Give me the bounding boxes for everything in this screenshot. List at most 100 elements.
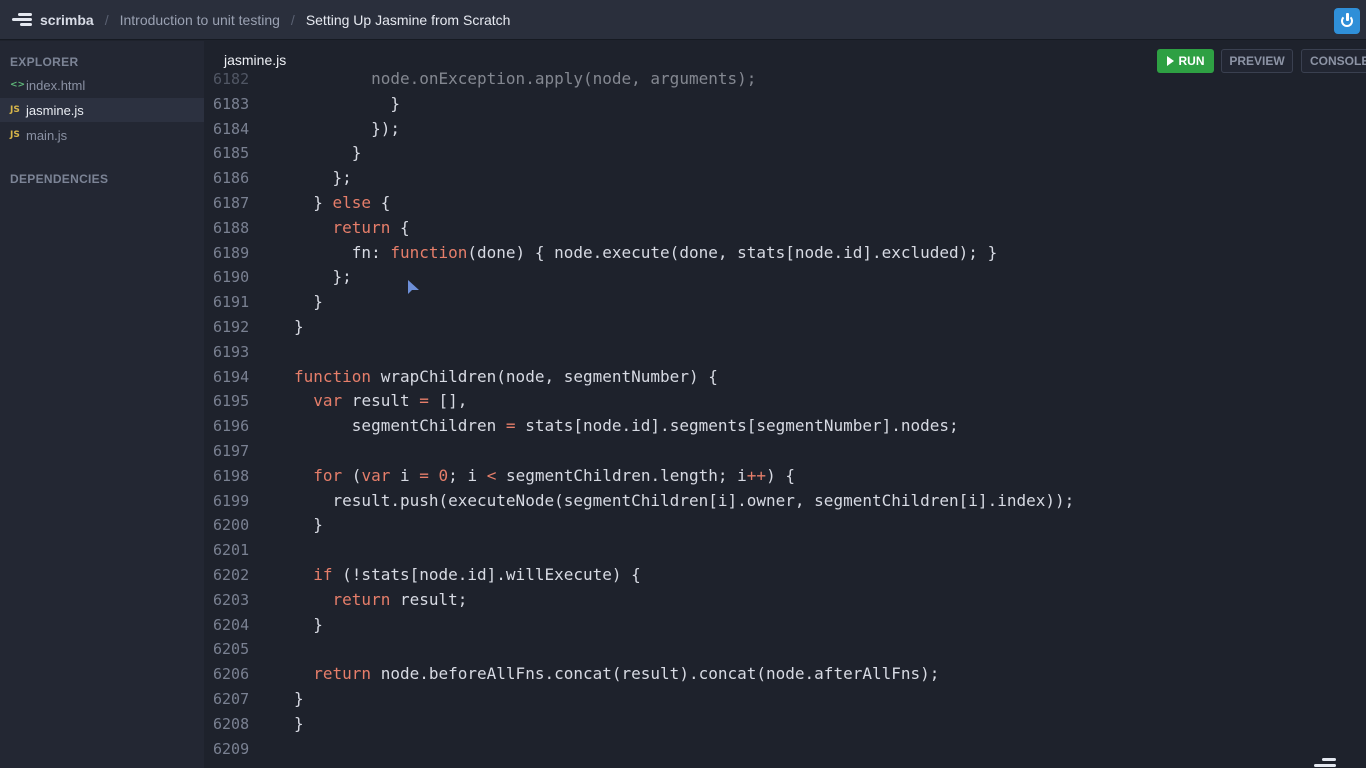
line-number: 6199	[213, 491, 250, 510]
code-line[interactable]: 6201	[204, 538, 1366, 563]
html-file-icon: <>	[10, 80, 26, 90]
file-item-main-js[interactable]: JS main.js	[0, 123, 204, 147]
code-line[interactable]: 6187 } else {	[204, 191, 1366, 216]
code-text[interactable]: }	[294, 141, 362, 166]
line-number: 6196	[213, 417, 250, 436]
code-text[interactable]: return node.beforeAllFns.concat(result).…	[294, 662, 939, 687]
code-line[interactable]: 6184 });	[204, 117, 1366, 142]
line-number: 6193	[213, 342, 250, 361]
line-number: 6191	[213, 293, 250, 312]
line-number: 6182	[213, 70, 250, 88]
code-line[interactable]: 6207}	[204, 687, 1366, 712]
code-line[interactable]: 6203 return result;	[204, 588, 1366, 613]
code-text[interactable]: if (!stats[node.id].willExecute) {	[294, 563, 641, 588]
top-bar: scrimba / Introduction to unit testing /…	[0, 0, 1366, 40]
code-text[interactable]: }	[294, 513, 323, 538]
line-number: 6185	[213, 144, 250, 163]
code-text[interactable]: };	[294, 265, 352, 290]
code-line[interactable]: 6205	[204, 637, 1366, 662]
line-number: 6204	[213, 615, 250, 634]
scrimba-corner-logo	[1306, 755, 1340, 768]
line-number: 6195	[213, 392, 250, 411]
code-line[interactable]: 6192}	[204, 315, 1366, 340]
line-number: 6205	[213, 640, 250, 659]
code-text[interactable]: function wrapChildren(node, segmentNumbe…	[294, 365, 718, 390]
code-line[interactable]: 6198 for (var i = 0; i < segmentChildren…	[204, 464, 1366, 489]
line-number: 6186	[213, 169, 250, 188]
code-line[interactable]: 6193	[204, 340, 1366, 365]
code-line[interactable]: 6208}	[204, 712, 1366, 737]
code-text[interactable]: }	[294, 712, 304, 737]
line-number: 6200	[213, 516, 250, 535]
breadcrumb-separator: /	[104, 11, 109, 28]
line-number: 6208	[213, 714, 250, 733]
code-line[interactable]: 6183 }	[204, 92, 1366, 117]
line-number: 6207	[213, 690, 250, 708]
code-line[interactable]: 6191 }	[204, 290, 1366, 315]
code-line[interactable]: 6188 return {	[204, 216, 1366, 241]
power-button[interactable]	[1334, 8, 1360, 34]
code-text[interactable]: result.push(executeNode(segmentChildren[…	[294, 489, 1075, 514]
explorer-heading: EXPLORER	[10, 55, 79, 69]
editor-tab-title[interactable]: jasmine.js	[224, 52, 286, 68]
code-line[interactable]: 6190 };	[204, 265, 1366, 290]
code-line[interactable]: 6209	[204, 737, 1366, 762]
code-editor[interactable]: jasmine.js RUN PREVIEW CONSOLE 6182 node…	[204, 41, 1366, 768]
console-label: CONSOLE	[1310, 54, 1366, 68]
code-text[interactable]: node.onException.apply(node, arguments);	[294, 67, 756, 92]
code-line[interactable]: 6199 result.push(executeNode(segmentChil…	[204, 489, 1366, 514]
code-text[interactable]: return {	[294, 216, 410, 241]
breadcrumb-lesson: Setting Up Jasmine from Scratch	[305, 11, 511, 28]
code-line[interactable]: 6194 function wrapChildren(node, segmentN…	[204, 365, 1366, 390]
code-line[interactable]: 6195 var result = [],	[204, 389, 1366, 414]
code-line[interactable]: 6196 segmentChildren = stats[node.id].se…	[204, 414, 1366, 439]
code-line[interactable]: 6204 }	[204, 613, 1366, 638]
scrimba-logo-icon	[10, 12, 32, 28]
file-name: jasmine.js	[26, 102, 84, 118]
line-number: 6197	[213, 442, 250, 460]
code-line[interactable]: 6206 return node.beforeAllFns.concat(res…	[204, 662, 1366, 687]
js-file-icon: JS	[10, 105, 20, 115]
code-text[interactable]: });	[294, 117, 400, 142]
code-line[interactable]: 6197	[204, 439, 1366, 464]
code-line[interactable]: 6182 node.onException.apply(node, argume…	[204, 67, 1366, 92]
app-name: scrimba	[40, 11, 94, 28]
line-number: 6202	[213, 566, 250, 584]
breadcrumb-course[interactable]: Introduction to unit testing	[120, 12, 280, 28]
dependencies-heading[interactable]: DEPENDENCIES	[10, 172, 108, 186]
file-name: main.js	[26, 127, 68, 143]
code-line[interactable]: 6186 };	[204, 166, 1366, 191]
line-number: 6194	[213, 367, 250, 386]
line-number: 6190	[213, 268, 250, 287]
file-item-jasmine-js[interactable]: JS jasmine.js	[0, 98, 204, 122]
line-number: 6184	[213, 119, 250, 138]
line-number: 6188	[213, 218, 250, 237]
code-text[interactable]: var result = [],	[294, 389, 467, 414]
run-label: RUN	[1178, 54, 1205, 68]
js-file-icon: JS	[10, 130, 20, 140]
code-text[interactable]: return result;	[294, 588, 468, 613]
code-line[interactable]: 6200 }	[204, 513, 1366, 538]
code-text[interactable]: for (var i = 0; i < segmentChildren.leng…	[294, 464, 795, 489]
code-text[interactable]: }	[294, 290, 323, 315]
line-number: 6201	[213, 541, 250, 560]
code-text[interactable]: }	[294, 687, 304, 712]
file-name: index.html	[26, 77, 86, 93]
code-line[interactable]: 6189 fn: function(done) { node.execute(d…	[204, 241, 1366, 266]
file-item-index-html[interactable]: <> index.html	[0, 73, 204, 97]
code-line[interactable]: 6185 }	[204, 141, 1366, 166]
code-text[interactable]: };	[294, 166, 352, 191]
code-text[interactable]: fn: function(done) { node.execute(done, …	[294, 241, 997, 266]
preview-label: PREVIEW	[1229, 54, 1285, 68]
code-text[interactable]: }	[294, 92, 400, 117]
code-text[interactable]: } else {	[294, 191, 390, 216]
code-text[interactable]: }	[294, 315, 304, 340]
code-text[interactable]: segmentChildren = stats[node.id].segment…	[294, 414, 959, 439]
code-line[interactable]: 6202 if (!stats[node.id].willExecute) {	[204, 563, 1366, 588]
sidebar: EXPLORER <> index.html JS jasmine.js JS …	[0, 41, 204, 768]
line-number: 6187	[213, 194, 250, 212]
code-text[interactable]: }	[294, 613, 323, 638]
breadcrumb-separator: /	[290, 11, 295, 28]
line-number: 6198	[213, 466, 250, 485]
scrimba-logo[interactable]: scrimba	[10, 12, 94, 28]
